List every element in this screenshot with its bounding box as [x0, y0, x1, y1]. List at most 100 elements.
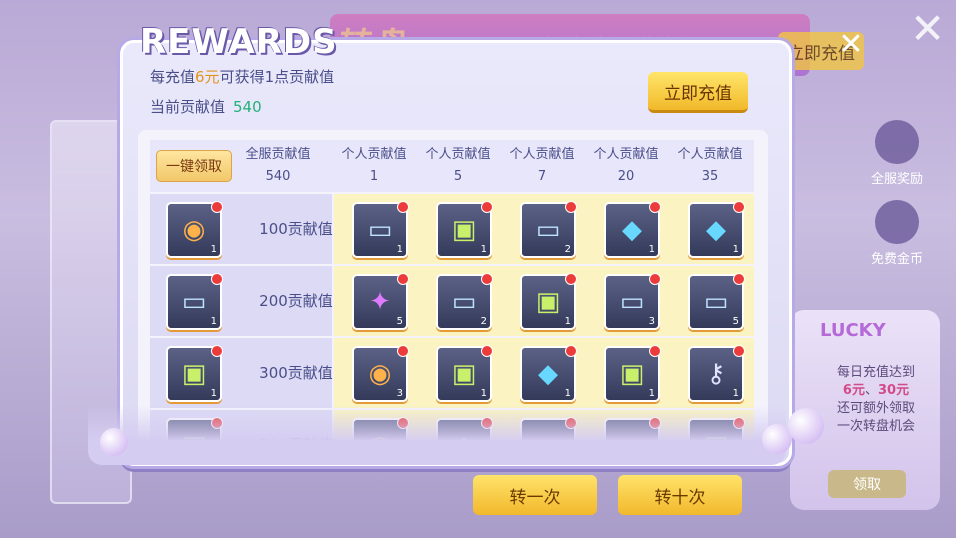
recharge-button[interactable]: 立即充值: [648, 72, 748, 113]
reward-item[interactable]: ▭ 2: [436, 273, 493, 330]
column-title: 个人贡献值: [341, 147, 407, 162]
notification-dot-icon: [211, 273, 223, 285]
ticket-icon: ▭: [181, 287, 207, 317]
notification-dot-icon: [481, 201, 493, 213]
lucky-amount-b: 30元: [877, 383, 910, 398]
current-label: 当前贡献值: [150, 98, 226, 116]
item-count: 1: [210, 244, 217, 255]
reward-item[interactable]: ▣ 1: [166, 345, 223, 402]
notification-dot-icon: [733, 201, 745, 213]
free-coin-label: 免费金币: [870, 252, 923, 267]
decor-bubble: [788, 408, 824, 444]
modal-close-icon[interactable]: ✕: [836, 30, 866, 60]
reward-item[interactable]: ▣ 1: [604, 345, 661, 402]
notification-dot-icon: [565, 345, 577, 357]
decor-bubble: [100, 428, 128, 456]
notification-dot-icon: [481, 273, 493, 285]
column-title: 个人贡献值: [425, 147, 491, 162]
ticket-icon: ▭: [367, 215, 393, 245]
reward-item[interactable]: ◆ 1: [604, 201, 661, 258]
item-count: 1: [732, 244, 739, 255]
column-title: 个人贡献值: [509, 147, 575, 162]
threshold-label: 200贡献值: [259, 292, 333, 310]
lucky-line-2: 6元、30元: [806, 382, 946, 400]
reward-row: ▣ 1 300贡献值 ◉ 3 ▣ 1 ◆ 1 ▣ 1 ⚷ 1: [150, 338, 754, 408]
spin-once-button[interactable]: 转一次: [473, 475, 597, 515]
gift-icon: [875, 120, 919, 164]
orb-icon: ◉: [368, 359, 392, 389]
threshold-label: 300贡献值: [259, 364, 333, 382]
reward-row: ▭ 1 200贡献值 ✦ 5 ▭ 2 ▣ 1 ▭ 3 ▭ 5: [150, 266, 754, 336]
column-title: 全服贡献值: [245, 147, 311, 162]
modal-bottom-fade: [88, 405, 786, 465]
star-icon: [875, 200, 919, 244]
server-reward-label: 全服奖励: [870, 172, 923, 187]
column-value: 5: [453, 169, 463, 184]
background-close-icon[interactable]: ✕: [910, 8, 945, 50]
column-value: 7: [537, 169, 547, 184]
column-title: 个人贡献值: [677, 147, 743, 162]
column-header: 个人贡献值 7: [502, 144, 582, 188]
free-coin-button[interactable]: 免费金币: [862, 200, 932, 270]
threshold-label: 100贡献值: [259, 220, 333, 238]
crystal-icon: ✦: [369, 287, 391, 317]
lucky-line-1: 每日充值达到: [836, 365, 915, 380]
spin-ten-button[interactable]: 转十次: [618, 475, 742, 515]
column-header: 个人贡献值 35: [670, 144, 750, 188]
box-icon: ▣: [535, 287, 561, 317]
ticket-icon: ▭: [451, 287, 477, 317]
reward-item[interactable]: ▭ 2: [520, 201, 577, 258]
ticket-icon: ▭: [703, 287, 729, 317]
column-value: 1: [369, 169, 379, 184]
lucky-title: LUCKY: [820, 320, 886, 341]
lucky-claim-button[interactable]: 领取: [828, 470, 906, 498]
item-count: 3: [648, 316, 655, 327]
notification-dot-icon: [649, 345, 661, 357]
reward-item[interactable]: ⚷ 1: [688, 345, 745, 402]
lucky-line-3: 还可额外领取: [836, 401, 915, 416]
column-header: 个人贡献值 1: [334, 144, 414, 188]
reward-item[interactable]: ▭ 5: [688, 273, 745, 330]
item-count: 1: [564, 316, 571, 327]
reward-table: 一键领取 全服贡献值 540 个人贡献值 1 个人贡献值 5 个人贡献值 7 个人贡献值 20 个人…: [138, 130, 768, 440]
reward-item[interactable]: ▭ 1: [166, 273, 223, 330]
reward-item[interactable]: ◉ 3: [352, 345, 409, 402]
box-icon: ▣: [451, 215, 477, 245]
reward-item[interactable]: ▣ 1: [436, 345, 493, 402]
server-reward-button[interactable]: 全服奖励: [862, 120, 932, 190]
notification-dot-icon: [565, 273, 577, 285]
column-value: 540: [265, 169, 291, 184]
info-amount: 6元: [195, 68, 220, 86]
notification-dot-icon: [733, 345, 745, 357]
reward-item[interactable]: ▣ 1: [520, 273, 577, 330]
reward-item[interactable]: ✦ 5: [352, 273, 409, 330]
notification-dot-icon: [649, 273, 661, 285]
reward-item[interactable]: ▭ 1: [352, 201, 409, 258]
diamond-icon: ◆: [622, 215, 642, 245]
lucky-line-4: 一次转盘机会: [836, 419, 915, 434]
item-count: 1: [564, 388, 571, 399]
info-suffix: 可获得1点贡献值: [219, 68, 335, 86]
lucky-amount-a: 6元: [842, 383, 865, 398]
item-count: 1: [648, 244, 655, 255]
reward-item[interactable]: ◉ 1: [166, 201, 223, 258]
item-count: 1: [480, 388, 487, 399]
reward-row: ◉ 1 100贡献值 ▭ 1 ▣ 1 ▭ 2 ◆ 1 ◆ 1: [150, 194, 754, 264]
reward-item[interactable]: ◆ 1: [688, 201, 745, 258]
reward-item[interactable]: ▭ 3: [604, 273, 661, 330]
item-count: 1: [648, 388, 655, 399]
box-icon: ▣: [619, 359, 645, 389]
diamond-icon: ◆: [706, 215, 726, 245]
key-icon: ⚷: [706, 359, 726, 389]
column-header: 个人贡献值 20: [586, 144, 666, 188]
reward-item[interactable]: ▣ 1: [436, 201, 493, 258]
notification-dot-icon: [481, 345, 493, 357]
column-title: 个人贡献值: [593, 147, 659, 162]
reward-item[interactable]: ◆ 1: [520, 345, 577, 402]
notification-dot-icon: [211, 345, 223, 357]
item-count: 1: [210, 388, 217, 399]
item-count: 3: [396, 388, 403, 399]
item-count: 1: [480, 244, 487, 255]
ticket-icon: ▭: [619, 287, 645, 317]
claim-all-button[interactable]: 一键领取: [156, 150, 232, 182]
